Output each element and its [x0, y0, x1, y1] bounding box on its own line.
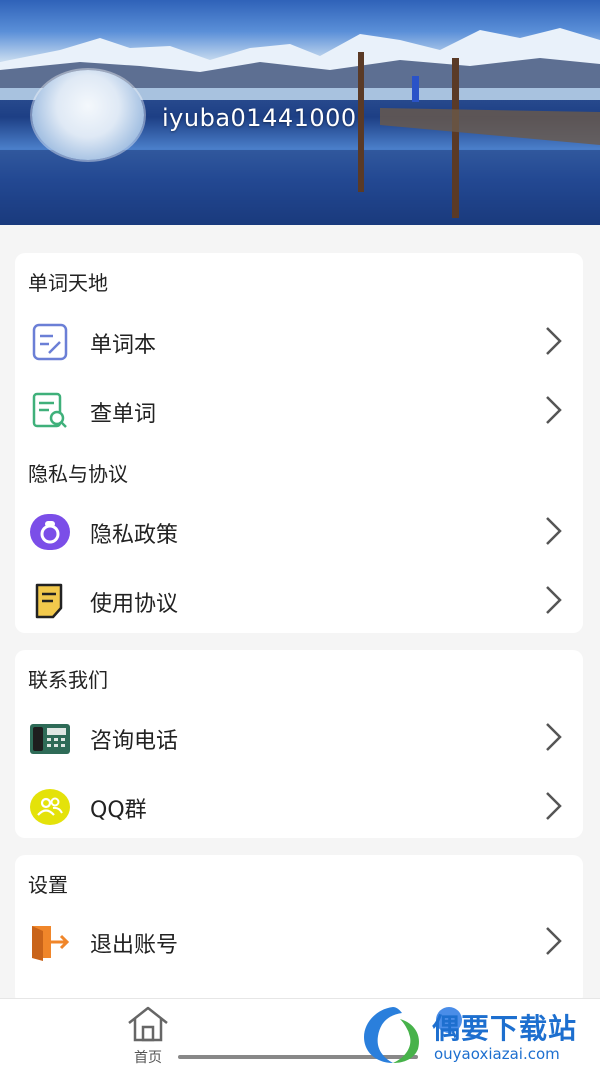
- notebook-edit-icon: [29, 323, 71, 361]
- tab-home[interactable]: 首页: [118, 1003, 178, 1066]
- qq-group-icon: [29, 788, 71, 826]
- menu-item-label: 查单词: [90, 402, 157, 427]
- watermark-logo-icon: [364, 1007, 420, 1063]
- watermark: 偶要下载站 ouyaoxiazai.com: [360, 1003, 600, 1067]
- menu-item-logout[interactable]: 退出账号: [15, 911, 583, 971]
- menu-item-label: 使用协议: [90, 592, 179, 617]
- menu-item-label: 单词本: [90, 333, 157, 358]
- tab-home-label: 首页: [134, 1050, 162, 1066]
- section-title-words: 单词天地: [28, 271, 108, 295]
- card-words-privacy: 单词天地 单词本 查单词 隐私与协议 隐私政策 使用协议: [15, 253, 583, 633]
- menu-item-privacy-policy[interactable]: 隐私政策: [15, 501, 583, 561]
- privacy-lock-icon: [29, 513, 71, 551]
- menu-item-label: QQ群: [90, 798, 147, 823]
- menu-item-phone[interactable]: 咨询电话: [15, 707, 583, 767]
- chevron-right-icon: [543, 721, 563, 753]
- menu-item-label: 隐私政策: [90, 523, 179, 548]
- watermark-subtitle: ouyaoxiazai.com: [434, 1045, 560, 1063]
- card-contact: 联系我们 咨询电话 QQ群: [15, 650, 583, 838]
- chevron-right-icon: [543, 584, 563, 616]
- chevron-right-icon: [543, 925, 563, 957]
- menu-item-lookup-word[interactable]: 查单词: [15, 380, 583, 440]
- home-icon: [128, 1006, 168, 1042]
- section-title-contact: 联系我们: [28, 668, 108, 692]
- agreement-note-icon: [29, 582, 71, 620]
- chevron-right-icon: [543, 790, 563, 822]
- telephone-icon: [29, 719, 71, 757]
- section-title-settings: 设置: [28, 873, 68, 897]
- menu-item-user-agreement[interactable]: 使用协议: [15, 570, 583, 630]
- menu-item-qq-group[interactable]: QQ群: [15, 776, 583, 836]
- watermark-title: 偶要下载站: [432, 1012, 578, 1045]
- profile-header: iyuba01441000: [0, 0, 600, 225]
- menu-item-wordbook[interactable]: 单词本: [15, 311, 583, 371]
- menu-item-label: 退出账号: [90, 933, 179, 958]
- avatar[interactable]: [32, 70, 144, 160]
- chevron-right-icon: [543, 325, 563, 357]
- chevron-right-icon: [543, 394, 563, 426]
- card-settings: 设置 退出账号: [15, 855, 583, 1005]
- logout-icon: [29, 923, 71, 961]
- search-document-icon: [29, 392, 71, 430]
- chevron-right-icon: [543, 515, 563, 547]
- username: iyuba01441000: [162, 104, 357, 132]
- section-title-privacy: 隐私与协议: [28, 462, 128, 486]
- menu-item-label: 咨询电话: [90, 729, 179, 754]
